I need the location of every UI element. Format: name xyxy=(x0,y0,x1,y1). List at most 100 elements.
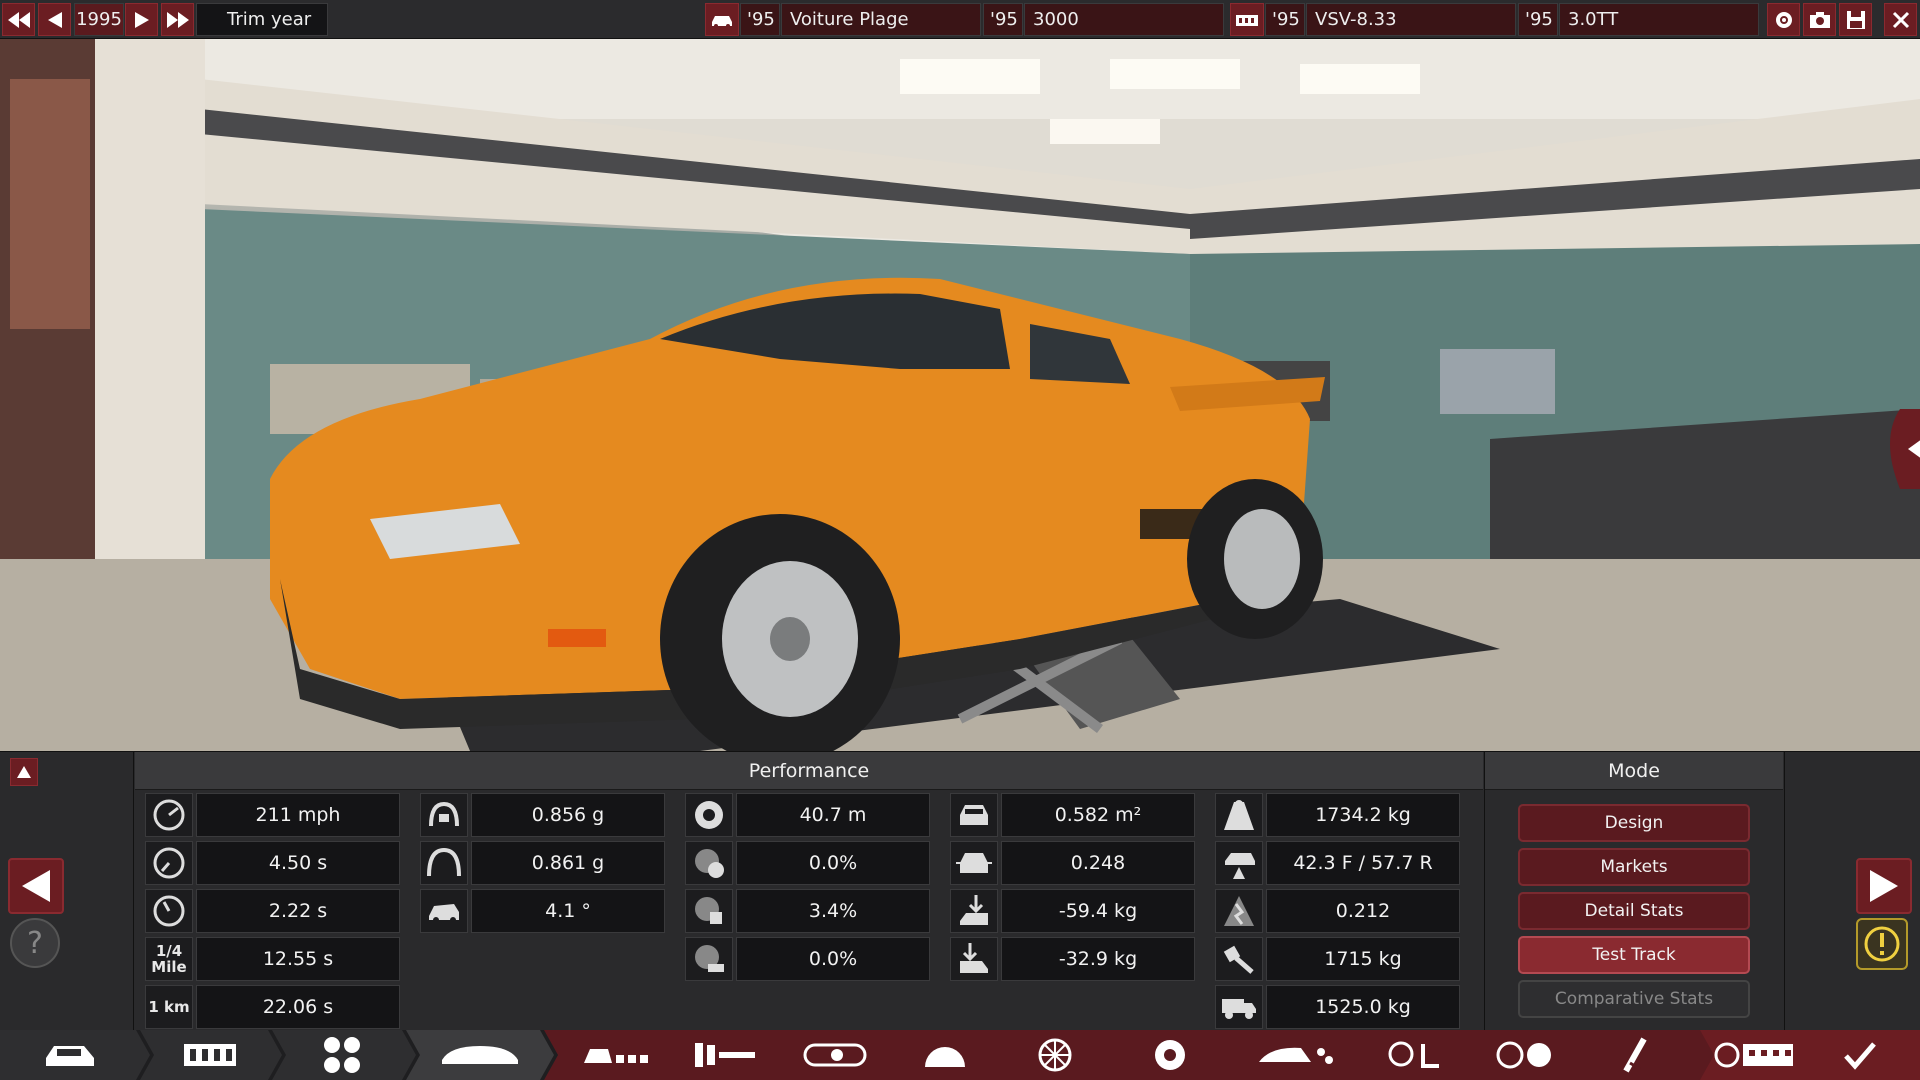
engine-name[interactable]: VSV-8.33 xyxy=(1306,3,1516,36)
warnings-button[interactable] xyxy=(1856,918,1908,970)
one-km-icon: 1 km xyxy=(145,985,193,1029)
top-speed-value: 211 mph xyxy=(196,793,400,837)
nav-chassis[interactable] xyxy=(150,1030,270,1080)
weight-ratio-icon xyxy=(1215,889,1263,933)
forward-icon xyxy=(134,11,149,28)
mode-design-button[interactable]: Design xyxy=(1518,804,1750,842)
lateral-g-low-value: 0.856 g xyxy=(471,793,665,837)
nav-dyno[interactable] xyxy=(1700,1030,1810,1080)
weight-icon xyxy=(1215,793,1263,837)
acceleration-0-100-icon xyxy=(145,841,193,885)
fast-back-icon xyxy=(7,11,30,28)
mode-test-track-button[interactable]: Test Track xyxy=(1518,936,1750,974)
brake-fade-icon xyxy=(685,841,733,885)
engine-icon-button[interactable] xyxy=(1230,3,1264,36)
nav-steering[interactable] xyxy=(1470,1030,1580,1080)
right-divider xyxy=(1784,752,1785,1031)
next-page-button[interactable] xyxy=(1856,858,1912,914)
nav-suspension[interactable] xyxy=(282,1030,402,1080)
interior-icon xyxy=(1388,1041,1439,1068)
save-button[interactable] xyxy=(1839,3,1872,36)
model-year: '95 xyxy=(740,3,780,36)
gear-icon xyxy=(1775,11,1792,28)
front-downforce-icon xyxy=(950,889,998,933)
nav-car-model[interactable] xyxy=(10,1030,130,1080)
car-front-icon xyxy=(712,15,732,28)
rewind-year-button[interactable] xyxy=(2,3,35,36)
frontal-area-value: 0.582 m² xyxy=(1001,793,1195,837)
forward-icon xyxy=(1870,870,1898,902)
model-name[interactable]: Voiture Plage xyxy=(781,3,981,36)
garage-scene xyxy=(0,39,1920,751)
chassis-icon xyxy=(184,1044,236,1066)
fast-forward-icon xyxy=(166,11,189,28)
help-button[interactable]: ? xyxy=(10,918,60,968)
close-button[interactable] xyxy=(1884,3,1917,36)
brake-fade-race-icon xyxy=(685,889,733,933)
nav-engine[interactable] xyxy=(780,1030,890,1080)
acceleration-0-100-value: 4.50 s xyxy=(196,841,400,885)
nav-interior[interactable] xyxy=(1360,1030,1470,1080)
engine-block-icon xyxy=(1236,14,1258,26)
variant-year: '95 xyxy=(1518,3,1558,36)
weight-distribution-value: 42.3 F / 57.7 R xyxy=(1266,841,1460,885)
nav-brakes[interactable] xyxy=(1110,1030,1230,1080)
performance-header: Performance xyxy=(135,752,1483,790)
trim-year-label[interactable]: Trim year xyxy=(196,3,328,36)
nav-finish[interactable] xyxy=(1810,1030,1910,1080)
one-km-value: 22.06 s xyxy=(196,985,400,1029)
brake-fade-tow-value: 0.0% xyxy=(736,937,930,981)
nav-fixtures[interactable] xyxy=(670,1030,780,1080)
trim-year: '95 xyxy=(983,3,1023,36)
next-year-button[interactable] xyxy=(125,3,158,36)
rear-downforce-icon xyxy=(950,937,998,981)
nav-test-drive[interactable] xyxy=(1580,1030,1690,1080)
top-bar: 1995 Trim year '95 Voiture Plage '95 300… xyxy=(0,0,1920,39)
tow-capacity-value: 1715 kg xyxy=(1266,937,1460,981)
previous-page-button[interactable] xyxy=(8,858,64,914)
quarter-mile-value: 12.55 s xyxy=(196,937,400,981)
screenshot-button[interactable] xyxy=(1803,3,1836,36)
top-speed-icon xyxy=(145,793,193,837)
model-icon-button[interactable] xyxy=(705,3,739,36)
chevron-up-icon xyxy=(17,766,31,778)
brake-fade-value: 0.0% xyxy=(736,841,930,885)
mode-detail-stats-button[interactable]: Detail Stats xyxy=(1518,892,1750,930)
braking-distance-icon xyxy=(685,793,733,837)
nav-aero[interactable] xyxy=(1230,1030,1360,1080)
wheels-icon xyxy=(1038,1038,1072,1072)
side-panel-toggle[interactable] xyxy=(1890,370,1920,450)
lateral-g-low-icon xyxy=(420,793,468,837)
back-icon xyxy=(47,11,62,28)
brake-fade-tow-icon xyxy=(685,937,733,981)
nav-trim[interactable] xyxy=(560,1030,670,1080)
brake-fade-race-value: 3.4% xyxy=(736,889,930,933)
garage-viewport[interactable] xyxy=(0,39,1920,751)
nav-wheels[interactable] xyxy=(1000,1030,1110,1080)
trim-name[interactable]: 3000 xyxy=(1024,3,1224,36)
question-icon: ? xyxy=(27,925,43,961)
prev-year-button[interactable] xyxy=(38,3,71,36)
settings-button[interactable] xyxy=(1767,3,1800,36)
transmission-icon xyxy=(925,1047,965,1067)
dyno-icon xyxy=(1714,1042,1793,1068)
nav-transmission[interactable] xyxy=(890,1030,1000,1080)
left-sidebar: ? xyxy=(0,752,134,1031)
quarter-mile-icon: 1/4 Mile xyxy=(145,937,193,981)
checkmark-icon xyxy=(1844,1042,1876,1070)
engine-icon xyxy=(803,1043,867,1067)
drag-coefficient-value: 0.248 xyxy=(1001,841,1195,885)
suspension-icon xyxy=(324,1037,360,1073)
forward-year-button[interactable] xyxy=(161,3,194,36)
collapse-panel-button[interactable] xyxy=(10,758,38,786)
year-display: 1995 xyxy=(74,3,124,36)
payload-value: 1525.0 kg xyxy=(1266,985,1460,1029)
frontal-area-icon xyxy=(950,793,998,837)
nav-body[interactable] xyxy=(416,1030,544,1080)
drag-coefficient-icon xyxy=(950,841,998,885)
mode-markets-button[interactable]: Markets xyxy=(1518,848,1750,886)
weight-distribution-icon xyxy=(1215,841,1263,885)
variant-name[interactable]: 3.0TT xyxy=(1559,3,1759,36)
mode-comparative-stats-button[interactable]: Comparative Stats xyxy=(1518,980,1750,1018)
lateral-g-high-icon xyxy=(420,841,468,885)
